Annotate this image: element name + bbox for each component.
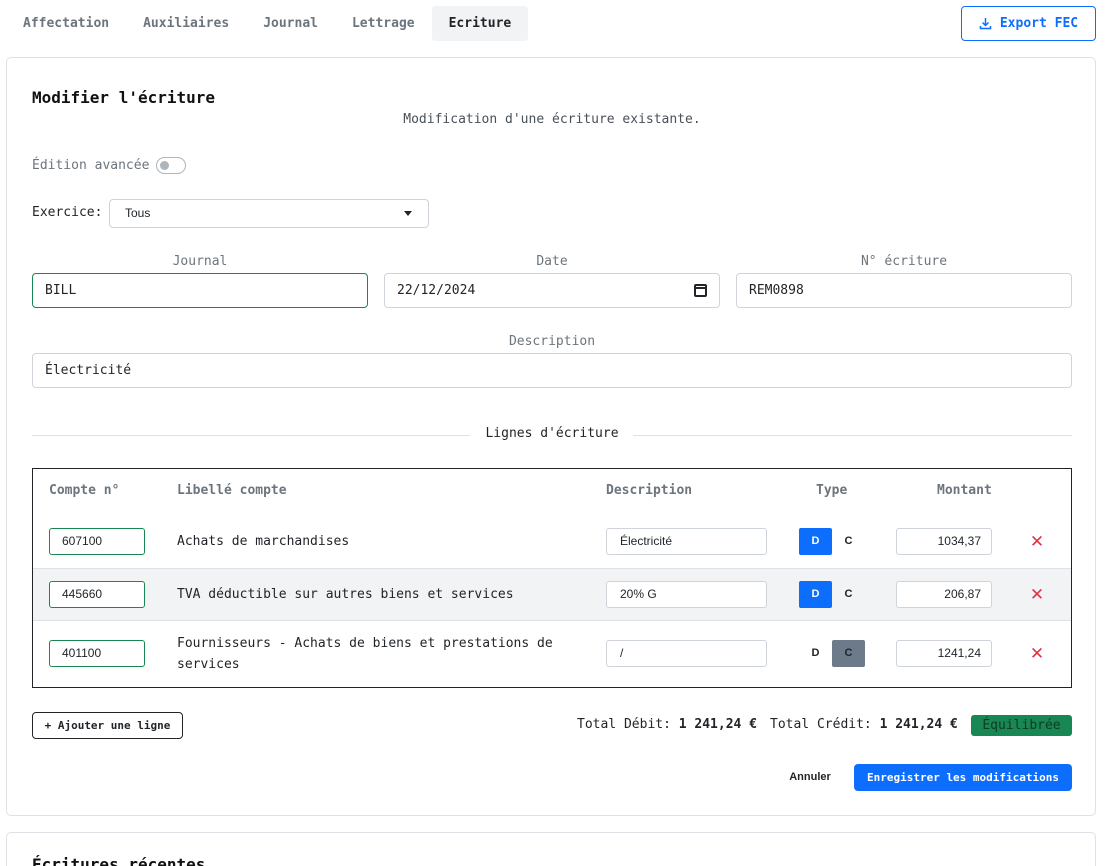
account-label: Fournisseurs - Achats de biens et presta… <box>177 636 553 672</box>
total-debit-value: 1 241,24 € <box>678 717 758 732</box>
date-input[interactable]: 22/12/2024 <box>384 273 720 308</box>
delete-line-icon[interactable]: ✕ <box>1029 534 1045 551</box>
date-value: 22/12/2024 <box>397 283 476 298</box>
header-libelle: Libellé compte <box>177 483 287 498</box>
export-fec-button[interactable]: Export FEC <box>961 6 1096 41</box>
total-debit: Total Débit: 1 241,24 € <box>577 717 757 732</box>
table-row: 445660 TVA déductible sur autres biens e… <box>33 568 1071 621</box>
journal-label: Journal <box>172 254 228 269</box>
download-icon <box>979 18 992 30</box>
recent-entries-card: Écritures récentes <box>6 832 1096 866</box>
recent-entries-title: Écritures récentes <box>32 855 206 866</box>
amount-input[interactable]: 206,87 <box>896 581 992 608</box>
type-credit-button[interactable]: C <box>832 528 865 555</box>
switch-knob <box>160 161 170 170</box>
calendar-icon[interactable] <box>694 284 707 297</box>
table-row: 401100 Fournisseurs - Achats de biens et… <box>33 621 1071 688</box>
tab-affectation[interactable]: Affectation <box>6 6 126 41</box>
date-label: Date <box>536 254 568 269</box>
header-type: Type <box>816 483 848 498</box>
tab-auxiliaires[interactable]: Auxiliaires <box>126 6 246 41</box>
amount-input[interactable]: 1034,37 <box>896 528 992 555</box>
total-credit: Total Crédit: 1 241,24 € <box>770 717 958 732</box>
edit-entry-card: Modifier l'écriture Modification d'une é… <box>6 57 1096 816</box>
tab-journal[interactable]: Journal <box>246 6 335 41</box>
description-input[interactable]: Électricité <box>32 353 1072 388</box>
amount-input[interactable]: 1241,24 <box>896 640 992 667</box>
type-debit-button[interactable]: D <box>799 581 832 608</box>
entry-lines-heading: Lignes d'écriture <box>485 426 619 441</box>
line-description-input[interactable]: / <box>606 640 767 667</box>
total-debit-label: Total Débit: <box>577 717 671 732</box>
table-row: 607100 Achats de marchandises Électricit… <box>33 515 1071 568</box>
type-credit-button[interactable]: C <box>832 581 865 608</box>
journal-input[interactable]: BILL <box>32 273 368 308</box>
cancel-button[interactable]: Annuler <box>780 764 840 791</box>
entry-number-label: N° écriture <box>860 254 948 269</box>
divider-right <box>633 435 1072 436</box>
advanced-edit-switch[interactable] <box>156 157 187 174</box>
tab-bar: Affectation Auxiliaires Journal Lettrage… <box>6 6 529 41</box>
delete-line-icon[interactable]: ✕ <box>1029 587 1045 604</box>
caret-down-icon <box>404 211 412 216</box>
status-badge: Équilibrée <box>971 715 1072 736</box>
export-fec-label: Export FEC <box>999 16 1079 31</box>
account-number-input[interactable]: 401100 <box>49 640 145 667</box>
total-credit-label: Total Crédit: <box>770 717 872 732</box>
type-debit-button[interactable]: D <box>799 640 832 667</box>
type-credit-button[interactable]: C <box>832 640 865 667</box>
entry-number-input[interactable]: REM0898 <box>736 273 1072 308</box>
line-description-input[interactable]: 20% G <box>606 581 767 608</box>
tab-lettrage[interactable]: Lettrage <box>335 6 432 41</box>
account-label: TVA déductible sur autres biens et servi… <box>177 587 514 602</box>
total-credit-value: 1 241,24 € <box>879 717 958 732</box>
advanced-edit-toggle-group: Édition avancée <box>32 157 187 174</box>
exercice-value: Tous <box>125 206 151 220</box>
delete-line-icon[interactable]: ✕ <box>1029 646 1045 663</box>
page-subtitle: Modification d'une écriture existante. <box>403 112 701 127</box>
tab-ecriture[interactable]: Ecriture <box>431 6 529 41</box>
account-number-input[interactable]: 607100 <box>49 528 145 555</box>
add-line-button[interactable]: + Ajouter une ligne <box>32 712 183 739</box>
save-button[interactable]: Enregistrer les modifications <box>854 764 1072 791</box>
type-debit-button[interactable]: D <box>799 528 832 555</box>
advanced-edit-label: Édition avancée <box>32 158 150 173</box>
account-label: Achats de marchandises <box>177 534 350 549</box>
page-title: Modifier l'écriture <box>32 88 216 107</box>
exercice-select[interactable]: Tous <box>109 199 429 228</box>
header-montant: Montant <box>937 483 992 498</box>
line-description-input[interactable]: Électricité <box>606 528 767 555</box>
header-description: Description <box>606 483 693 498</box>
description-label: Description <box>508 334 596 349</box>
exercice-label: Exercice: <box>32 205 103 220</box>
entry-lines-table: Compte n° Libellé compte Description Typ… <box>32 468 1072 688</box>
header-compte: Compte n° <box>49 483 120 498</box>
account-number-input[interactable]: 445660 <box>49 581 145 608</box>
